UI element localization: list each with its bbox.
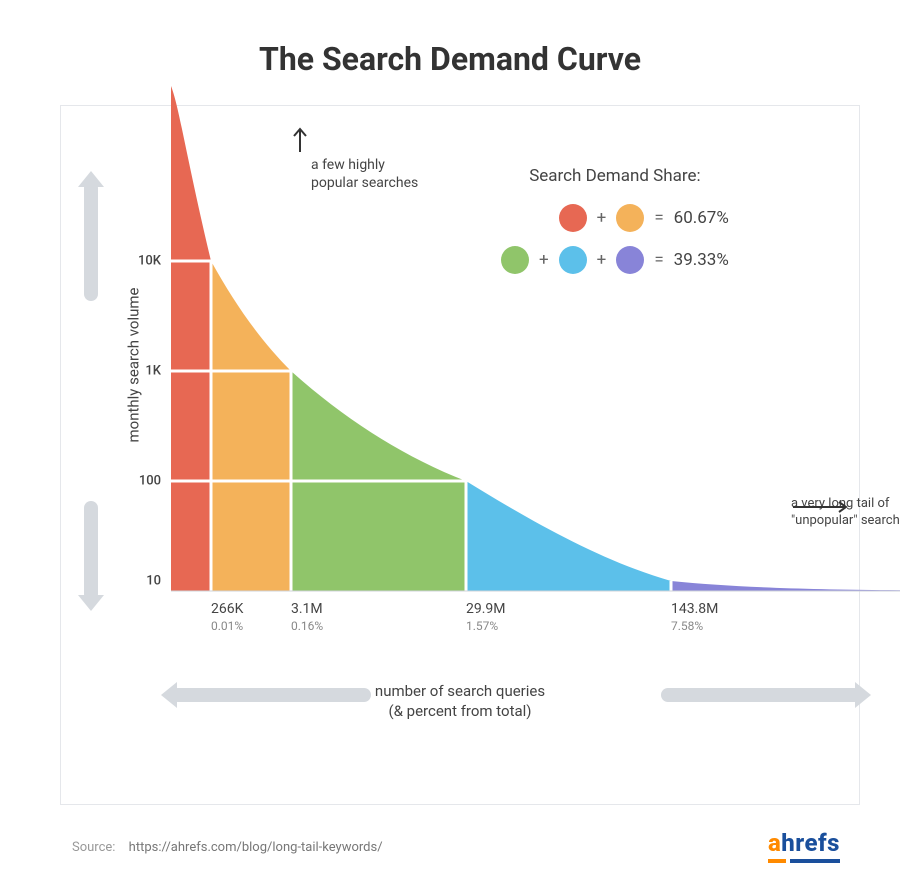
x-tick-143m: 143.8M 7.58% — [671, 601, 718, 633]
legend-dot-red-icon — [559, 204, 587, 232]
segment-red — [171, 86, 211, 591]
x-tick-266k-pct: 0.01% — [211, 619, 243, 633]
legend-dot-purple-icon — [616, 246, 644, 274]
legend-title: Search Demand Share: — [501, 166, 729, 186]
legend-head-value: 60.67% — [674, 208, 729, 228]
brand-logo: ahrefs — [768, 829, 840, 863]
segment-blue — [466, 481, 671, 591]
x-tick-3m-pct: 0.16% — [291, 619, 323, 633]
legend-tail-value: 39.33% — [674, 250, 729, 270]
chart-panel: monthly search volume 10K 1K 100 10 — [60, 105, 860, 805]
legend-row-head: + = 60.67% — [501, 204, 729, 232]
y-tick-10k: 10K — [138, 254, 161, 269]
legend-row-tail: + + = 39.33% — [501, 246, 729, 274]
brand-underline-icon — [768, 859, 840, 863]
x-tick-29m-value: 29.9M — [466, 601, 506, 617]
plus-icon: + — [597, 250, 607, 270]
legend-dot-orange-icon — [616, 204, 644, 232]
x-tick-3m: 3.1M 0.16% — [291, 601, 323, 633]
y-tick-10: 10 — [146, 574, 161, 589]
x-tick-266k: 266K 0.01% — [211, 601, 243, 633]
source-url: https://ahrefs.com/blog/long-tail-keywor… — [129, 840, 383, 855]
x-tick-29m-pct: 1.57% — [466, 619, 506, 633]
chart-title: The Search Demand Curve — [0, 40, 900, 78]
arrow-right-icon — [791, 500, 851, 514]
segment-purple — [671, 581, 900, 591]
y-axis-ticks: 10K 1K 100 10 — [121, 116, 169, 591]
x-tick-266k-value: 266K — [211, 601, 243, 617]
brand-a: a — [768, 829, 781, 857]
annotation-popular-l2: popular searches — [311, 175, 418, 191]
y-tick-100: 100 — [139, 474, 161, 489]
source-label: Source: — [72, 840, 115, 855]
annotation-longtail-l2: "unpopular" searches — [791, 513, 900, 528]
y-tick-1k: 1K — [145, 364, 161, 379]
brand-b: hrefs — [781, 829, 840, 857]
x-axis-label-l2: (& percent from total) — [388, 702, 531, 720]
x-tick-143m-pct: 7.58% — [671, 619, 718, 633]
annotation-popular: a few highly popular searches — [311, 156, 418, 192]
annotation-longtail: a very long tail of "unpopular" searches — [791, 496, 900, 530]
x-tick-29m: 29.9M 1.57% — [466, 601, 506, 633]
legend-dot-blue-icon — [559, 246, 587, 274]
x-tick-143m-value: 143.8M — [671, 601, 718, 617]
plus-icon: + — [539, 250, 549, 270]
arrow-up-icon — [291, 126, 309, 154]
equals-icon: = — [654, 208, 663, 228]
x-tick-3m-value: 3.1M — [291, 601, 323, 617]
equals-icon: = — [654, 250, 663, 270]
legend-dot-green-icon — [501, 246, 529, 274]
plus-icon: + — [597, 208, 607, 228]
figure-root: The Search Demand Curve monthly search v… — [0, 0, 900, 885]
source-line: Source: https://ahrefs.com/blog/long-tai… — [72, 840, 383, 855]
y-axis-arrow-down-icon — [84, 501, 98, 601]
segment-orange — [211, 261, 291, 591]
legend: Search Demand Share: + = 60.67% + + = 39… — [501, 166, 729, 288]
x-axis-label-l1: number of search queries — [375, 682, 545, 700]
y-axis-arrow-up-icon — [84, 181, 98, 301]
annotation-popular-l1: a few highly — [311, 157, 385, 173]
x-axis-label: number of search queries (& percent from… — [61, 681, 859, 722]
